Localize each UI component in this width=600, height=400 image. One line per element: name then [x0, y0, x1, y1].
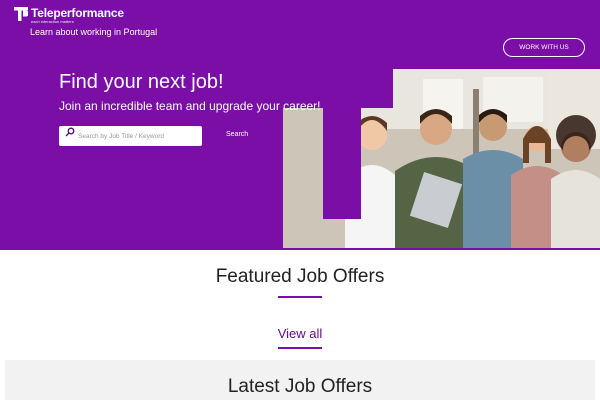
view-all-underline: [278, 347, 322, 349]
hero-subtitle: Join an incredible team and upgrade your…: [59, 99, 321, 113]
teleperformance-logo[interactable]: Teleperformance each interaction matters: [14, 7, 124, 24]
featured-underline: [278, 296, 322, 298]
hero-banner: Teleperformance each interaction matters…: [0, 0, 600, 250]
search-input[interactable]: [78, 132, 193, 140]
view-all-link[interactable]: View all: [0, 326, 600, 341]
search-icon: [65, 127, 75, 137]
learn-portugal-link[interactable]: Learn about working in Portugal: [30, 27, 157, 37]
tp-logo-overlay: [283, 69, 393, 219]
search-button[interactable]: Search: [226, 131, 248, 138]
tp-logo-icon: [14, 7, 28, 21]
hero-divider: [0, 248, 600, 250]
work-with-us-button[interactable]: WORK WITH US: [503, 38, 585, 57]
search-field[interactable]: [59, 126, 202, 146]
brand-tagline: each interaction matters: [31, 19, 74, 24]
featured-jobs-title: Featured Job Offers: [215, 266, 385, 287]
latest-jobs-section: Latest Job Offers: [5, 360, 595, 400]
brand-name: Teleperformance: [31, 6, 124, 20]
hero-title: Find your next job!: [59, 71, 224, 93]
latest-jobs-title: Latest Job Offers: [227, 376, 373, 397]
